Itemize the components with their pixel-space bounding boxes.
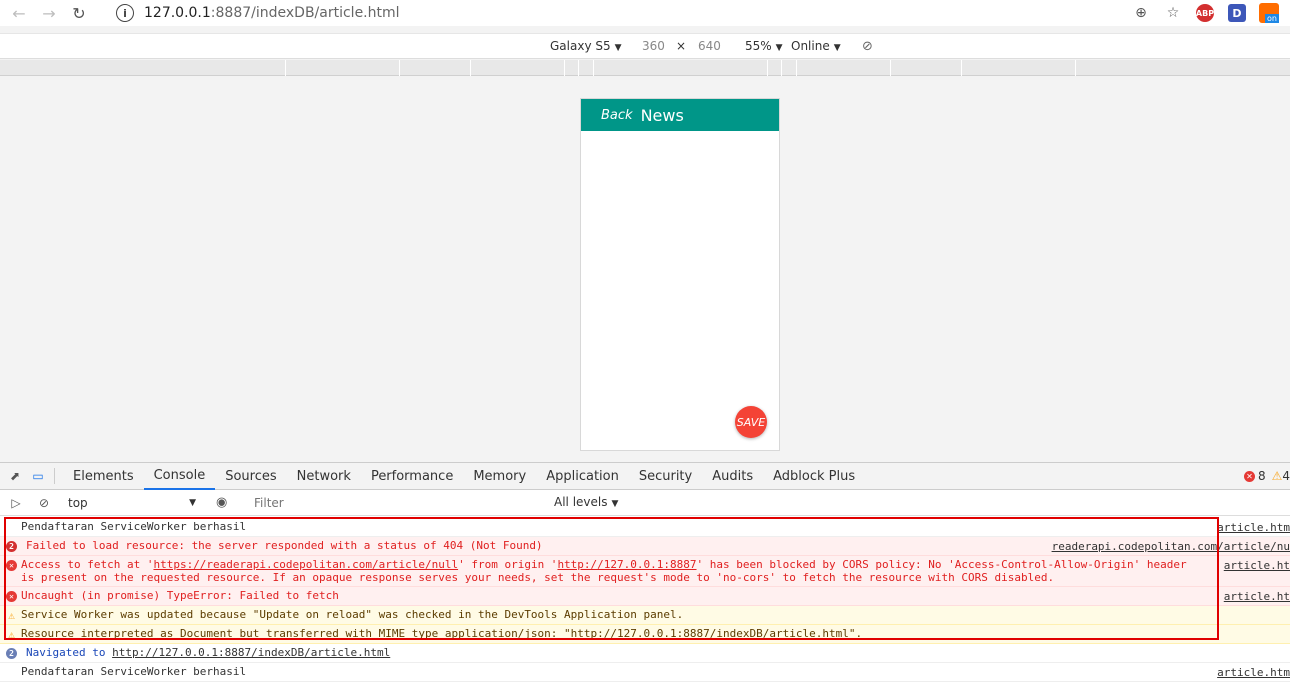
browser-actions: ⊕ ☆ ABP D on: [1130, 0, 1290, 26]
zoom-select[interactable]: 55% ▼: [745, 39, 783, 53]
app-title: News: [640, 105, 684, 125]
inspect-element-icon[interactable]: ⬈: [7, 468, 23, 484]
device-screen: Back News SAVE: [580, 98, 780, 451]
d-extension-icon[interactable]: D: [1226, 2, 1248, 24]
console-toolbar: ▷ ⊘ top▼ ◉ All levels▼: [0, 490, 1290, 516]
tab-performance[interactable]: Performance: [361, 463, 463, 490]
tab-security[interactable]: Security: [629, 463, 702, 490]
issue-counter[interactable]: ✕ 8 ⚠ 4: [1243, 469, 1290, 483]
error-icon: ✕: [6, 560, 17, 571]
log-levels-select[interactable]: All levels ▼: [554, 495, 618, 509]
console-message: Pendaftaran ServiceWorker berhasil artic…: [0, 663, 1290, 682]
message-source-link[interactable]: readerapi.codepolitan.com/article/nu: [1052, 540, 1290, 553]
on-extension-icon[interactable]: on: [1258, 2, 1280, 24]
address-bar[interactable]: i 127.0.0.1:8887/indexDB/article.html: [106, 0, 1106, 26]
device-select[interactable]: Galaxy S5 ▼: [550, 39, 622, 53]
warning-count: 4: [1282, 469, 1290, 483]
error-icon: ✕: [6, 591, 17, 602]
devtools-tabbar: ⬈ ▭ Elements Console Sources Network Per…: [0, 463, 1290, 490]
tab-elements[interactable]: Elements: [63, 463, 144, 490]
tab-audits[interactable]: Audits: [702, 463, 763, 490]
console-error: ✕ Uncaught (in promise) TypeError: Faile…: [0, 587, 1290, 606]
warning-icon: ⚠: [1271, 469, 1283, 483]
tab-console[interactable]: Console: [143, 463, 216, 490]
warning-icon: ⚠: [8, 628, 15, 641]
emulated-viewport: Back News SAVE: [0, 77, 1290, 462]
console-message: Pendaftaran ServiceWorker berhasil artic…: [0, 518, 1290, 537]
console-warning: ⚠ Resource interpreted as Document but t…: [0, 625, 1290, 644]
site-info-icon[interactable]: i: [116, 4, 134, 22]
app-header: Back News: [581, 99, 779, 131]
back-arrow-icon[interactable]: ←: [8, 2, 30, 24]
url-text[interactable]: 127.0.0.1:8887/indexDB/article.html: [144, 5, 400, 21]
context-select[interactable]: top ▼: [62, 493, 202, 513]
console-error: ✕ Access to fetch at 'https://readerapi.…: [0, 556, 1290, 587]
message-source-link[interactable]: article.htm: [1217, 521, 1290, 534]
tab-application[interactable]: Application: [536, 463, 629, 490]
media-query-ruler[interactable]: [0, 60, 1290, 76]
repeat-count-badge: 2: [6, 648, 17, 659]
save-button[interactable]: SAVE: [735, 406, 767, 438]
device-height[interactable]: 640: [698, 39, 721, 53]
tab-sources[interactable]: Sources: [215, 463, 286, 490]
device-toggle-icon[interactable]: ▭: [30, 468, 46, 484]
zoom-icon[interactable]: ⊕: [1130, 2, 1152, 24]
console-navigation: 2 Navigated to http://127.0.0.1:8887/ind…: [0, 644, 1290, 663]
warning-icon: ⚠: [8, 609, 15, 622]
repeat-count-badge: 2: [6, 541, 17, 552]
network-select[interactable]: Online ▼: [791, 39, 841, 53]
device-width[interactable]: 360: [642, 39, 665, 53]
clear-console-icon[interactable]: ⊘: [36, 495, 52, 511]
browser-toolbar: ← → ↻ i 127.0.0.1:8887/indexDB/article.h…: [0, 0, 1290, 26]
devtools-panel: ⬈ ▭ Elements Console Sources Network Per…: [0, 462, 1290, 684]
bookmark-star-icon[interactable]: ☆: [1162, 2, 1184, 24]
fetch-url-link[interactable]: https://readerapi.codepolitan.com/articl…: [153, 558, 458, 571]
sidebar-toggle-icon[interactable]: ▷: [8, 495, 24, 511]
console-messages: Pendaftaran ServiceWorker berhasil artic…: [0, 518, 1290, 682]
tab-network[interactable]: Network: [287, 463, 361, 490]
tab-adblock-plus[interactable]: Adblock Plus: [763, 463, 865, 490]
tab-memory[interactable]: Memory: [463, 463, 536, 490]
dimension-times: ×: [676, 39, 687, 53]
rotate-icon[interactable]: ⊘: [862, 39, 873, 54]
origin-link[interactable]: http://127.0.0.1:8887: [557, 558, 696, 571]
filter-input[interactable]: [248, 493, 546, 513]
reload-icon[interactable]: ↻: [68, 2, 90, 24]
navigated-url-link[interactable]: http://127.0.0.1:8887/indexDB/article.ht…: [112, 646, 390, 659]
message-source-link[interactable]: article.ht: [1224, 590, 1290, 603]
error-count: 8: [1257, 469, 1266, 483]
adblock-extension-icon[interactable]: ABP: [1194, 2, 1216, 24]
live-expression-eye-icon[interactable]: ◉: [216, 495, 227, 510]
forward-arrow-icon[interactable]: →: [38, 2, 60, 24]
console-warning: ⚠ Service Worker was updated because "Up…: [0, 606, 1290, 625]
message-source-link[interactable]: article.ht: [1224, 559, 1290, 572]
error-icon: ✕: [1243, 470, 1255, 482]
console-error: 2 Failed to load resource: the server re…: [0, 537, 1290, 556]
device-toolbar: Galaxy S5 ▼ 360 × 640 55% ▼ Online ▼ ⊘: [0, 33, 1290, 59]
message-source-link[interactable]: article.htm: [1217, 666, 1290, 679]
back-link[interactable]: Back: [601, 108, 633, 123]
